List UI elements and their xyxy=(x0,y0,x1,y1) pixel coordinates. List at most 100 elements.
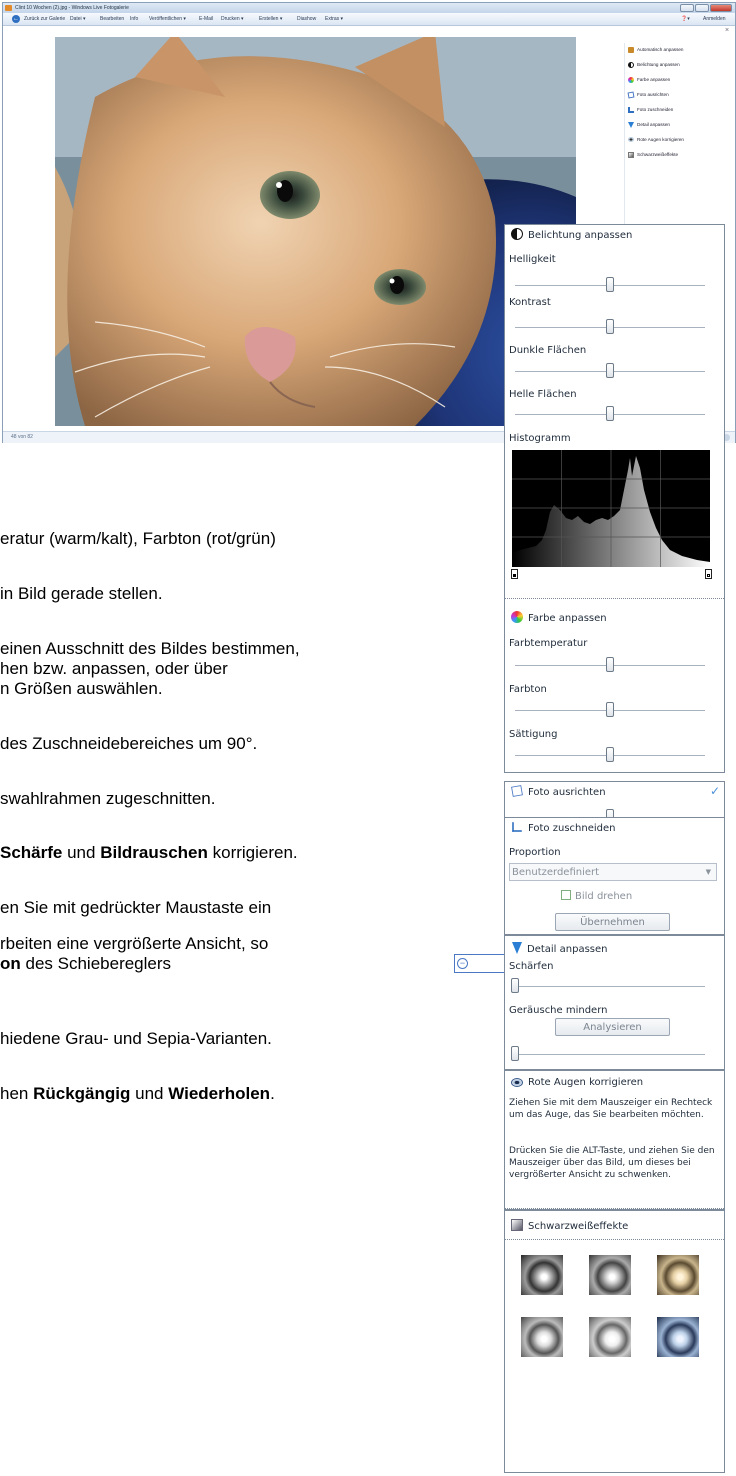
bw-effect-icon xyxy=(511,1219,523,1231)
crop-header[interactable]: Foto zuschneiden xyxy=(511,821,615,834)
menu-slideshow[interactable]: Diashow xyxy=(297,13,316,25)
menu-print[interactable]: Drucken ▾ xyxy=(221,13,244,25)
bw-preset-grey-2[interactable] xyxy=(589,1255,631,1295)
saturation-label: Sättigung xyxy=(509,729,558,740)
back-to-gallery-link[interactable]: Zurück zur Galerie xyxy=(24,13,65,25)
exposure-icon xyxy=(628,62,634,68)
shadows-slider[interactable] xyxy=(606,363,614,378)
chevron-down-icon: ▼ xyxy=(705,868,711,876)
text-line-12: hiedene Grau- und Sepia-Varianten. xyxy=(0,1029,272,1048)
help-button[interactable]: ❓▾ xyxy=(681,13,690,25)
menu-email[interactable]: E-Mail xyxy=(199,13,213,25)
text-line-5: n Größen auswählen. xyxy=(0,679,163,698)
title-bar: Clint 10 Wochen (2).jpg - Windows Live F… xyxy=(3,3,735,13)
temperature-slider[interactable] xyxy=(606,657,614,672)
proportion-label: Proportion xyxy=(509,847,561,858)
menu-bar: ← Zurück zur Galerie Datei ▾ Bearbeiten … xyxy=(3,13,735,26)
zoom-out-icon: − xyxy=(457,958,468,969)
text-line-13: hen Rückgängig und Wiederholen. xyxy=(0,1084,275,1104)
menu-file[interactable]: Datei ▾ xyxy=(70,13,86,25)
menu-extras[interactable]: Extras ▾ xyxy=(325,13,343,25)
text-and-2: und xyxy=(130,1084,169,1103)
sign-in-link[interactable]: Anmelden xyxy=(703,13,726,25)
eye-icon xyxy=(511,1078,523,1087)
menu-edit[interactable]: Bearbeiten xyxy=(100,13,124,25)
sharpen-slider[interactable] xyxy=(511,978,519,993)
crop-title: Foto zuschneiden xyxy=(528,823,616,834)
straighten-header[interactable]: Foto ausrichten xyxy=(511,785,606,798)
saturation-slider[interactable] xyxy=(606,747,614,762)
text-line-9: en Sie mit gedrückter Maustaste ein xyxy=(0,898,272,917)
bw-header-separator xyxy=(505,1239,724,1240)
text-undo: Rückgängig xyxy=(33,1084,131,1103)
bw-effect-icon xyxy=(628,152,634,158)
edited-photo[interactable] xyxy=(55,37,576,426)
minimize-button[interactable] xyxy=(680,4,694,12)
analyze-button[interactable]: Analysieren xyxy=(555,1018,670,1036)
maximize-button[interactable] xyxy=(695,4,709,12)
color-header[interactable]: Farbe anpassen xyxy=(511,611,607,624)
detail-title: Detail anpassen xyxy=(527,944,608,955)
detail-header[interactable]: Detail anpassen xyxy=(511,942,608,955)
back-arrow-icon[interactable]: ← xyxy=(12,15,20,23)
histogram-left-handle[interactable] xyxy=(511,569,518,579)
histogram-right-handle[interactable] xyxy=(705,569,712,579)
crop-link[interactable]: Foto zuschneiden xyxy=(628,107,673,113)
color-link[interactable]: Farbe anpassen xyxy=(628,77,670,83)
exposure-icon xyxy=(511,228,523,240)
highlights-slider[interactable] xyxy=(606,406,614,421)
menu-info[interactable]: Info xyxy=(130,13,138,25)
contrast-slider[interactable] xyxy=(606,319,614,334)
auto-adjust-link[interactable]: Automatisch anpassen xyxy=(628,47,683,53)
exposure-header[interactable]: Belichtung anpassen xyxy=(511,228,632,241)
exposure-panel: Belichtung anpassen Helligkeit Kontrast … xyxy=(504,224,725,675)
bw-preset-cyanotype[interactable] xyxy=(657,1317,699,1357)
close-edit-pane-icon[interactable]: × xyxy=(725,27,729,34)
proportion-select[interactable]: Benutzerdefiniert ▼ xyxy=(509,863,717,881)
bw-preset-grey-3[interactable] xyxy=(521,1317,563,1357)
histogram-chart[interactable] xyxy=(512,450,710,567)
sharpen-label: Schärfen xyxy=(509,961,554,972)
bw-preset-grey-4[interactable] xyxy=(589,1317,631,1357)
bw-label: Schwarzweißeffekte xyxy=(637,152,679,158)
bw-header[interactable]: Schwarzweißeffekte xyxy=(511,1219,628,1232)
apply-crop-button[interactable]: Übernehmen xyxy=(555,913,670,931)
rotate-frame-button[interactable]: Bild drehen xyxy=(561,890,632,906)
sharpen-track[interactable] xyxy=(515,986,705,987)
bw-preset-sepia[interactable] xyxy=(657,1255,699,1295)
histogram-label: Histogramm xyxy=(509,433,571,444)
tint-slider[interactable] xyxy=(606,702,614,717)
redeye-instruction-2: Drücken Sie die ALT-Taste, und ziehen Si… xyxy=(509,1146,715,1180)
exposure-title: Belichtung anpassen xyxy=(528,230,633,241)
rotate-label: Bild drehen xyxy=(575,891,633,902)
crop-label: Foto zuschneiden xyxy=(637,107,674,113)
color-wheel-icon xyxy=(511,611,523,623)
text-noise: Bildrauschen xyxy=(100,843,208,862)
color-panel-continued: Farbton Sättigung xyxy=(504,674,725,773)
kitten-photo-image xyxy=(55,37,576,426)
detail-link[interactable]: Detail anpassen xyxy=(628,122,670,128)
image-counter: 48 von 82 xyxy=(11,434,33,440)
crop-panel: Foto zuschneiden Proportion Benutzerdefi… xyxy=(504,817,725,935)
exposure-link[interactable]: Belichtung anpassen xyxy=(628,62,680,68)
straighten-link[interactable]: Foto ausrichten xyxy=(627,91,669,99)
close-button[interactable] xyxy=(710,4,732,12)
noise-track[interactable] xyxy=(515,1054,705,1055)
text-line-4: hen bzw. anpassen, oder über xyxy=(0,659,228,678)
brightness-slider[interactable] xyxy=(606,277,614,292)
shadows-label: Dunkle Flächen xyxy=(509,345,587,356)
bw-link[interactable]: Schwarzweißeffekte xyxy=(628,152,678,158)
menu-publish[interactable]: Veröffentlichen ▾ xyxy=(149,13,186,25)
redeye-title: Rote Augen korrigieren xyxy=(528,1077,644,1088)
app-icon xyxy=(5,5,12,11)
temperature-label: Farbtemperatur xyxy=(509,638,588,649)
bw-preset-grey-1[interactable] xyxy=(521,1255,563,1295)
menu-create[interactable]: Erstellen ▾ xyxy=(259,13,282,25)
noise-slider[interactable] xyxy=(511,1046,519,1061)
brightness-label: Helligkeit xyxy=(509,254,556,265)
redeye-header[interactable]: Rote Augen korrigieren xyxy=(511,1077,643,1088)
bw-title: Schwarzweißeffekte xyxy=(528,1221,629,1232)
text-position: on xyxy=(0,954,21,973)
redeye-link[interactable]: Rote Augen korrigieren xyxy=(628,137,684,143)
crop-icon xyxy=(512,822,522,832)
